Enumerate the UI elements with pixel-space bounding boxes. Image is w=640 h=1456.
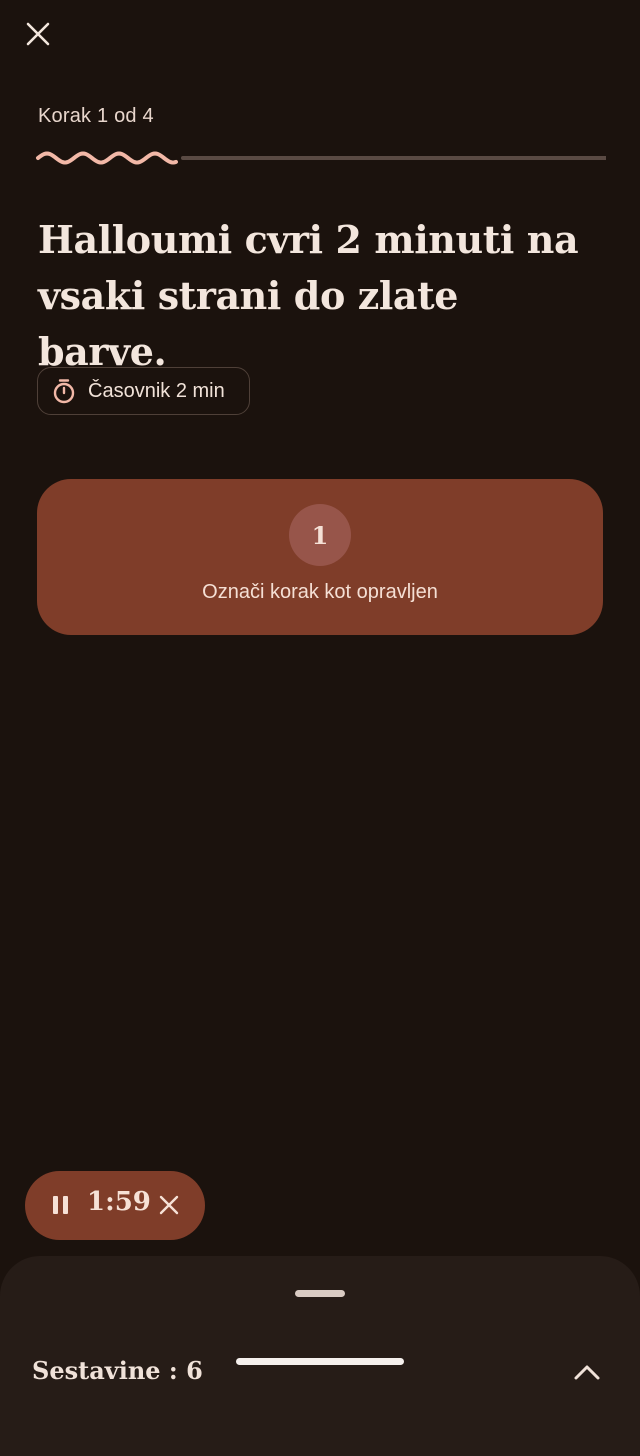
step-number-badge: 1 <box>289 504 351 566</box>
timer-remaining: 1:59 <box>87 1187 151 1217</box>
sheet-drag-handle[interactable] <box>295 1290 345 1297</box>
pause-icon[interactable] <box>51 1193 71 1217</box>
running-timer: 1:59 <box>25 1171 205 1240</box>
mark-step-done-label: Označi korak kot opravljen <box>202 581 438 603</box>
stopwatch-icon <box>53 379 75 404</box>
start-timer-chip[interactable]: Časovnik 2 min <box>37 367 250 415</box>
home-indicator <box>236 1358 404 1365</box>
close-icon <box>26 22 50 46</box>
mark-step-done-button[interactable]: 1 Označi korak kot opravljen <box>37 479 603 635</box>
step-progress-bar <box>36 151 606 165</box>
ingredients-sheet[interactable]: Sestavine : 6 <box>0 1256 640 1456</box>
chevron-up-icon[interactable] <box>570 1360 604 1384</box>
ingredients-title: Sestavine : 6 <box>32 1356 203 1385</box>
step-instruction: Halloumi cvri 2 minuti na vsaki strani d… <box>38 217 579 374</box>
timer-chip-label: Časovnik 2 min <box>88 379 225 402</box>
close-icon[interactable] <box>157 1193 181 1217</box>
close-button[interactable] <box>20 16 56 52</box>
step-counter: Korak 1 od 4 <box>38 105 154 127</box>
progress-fill-wave <box>36 151 178 165</box>
